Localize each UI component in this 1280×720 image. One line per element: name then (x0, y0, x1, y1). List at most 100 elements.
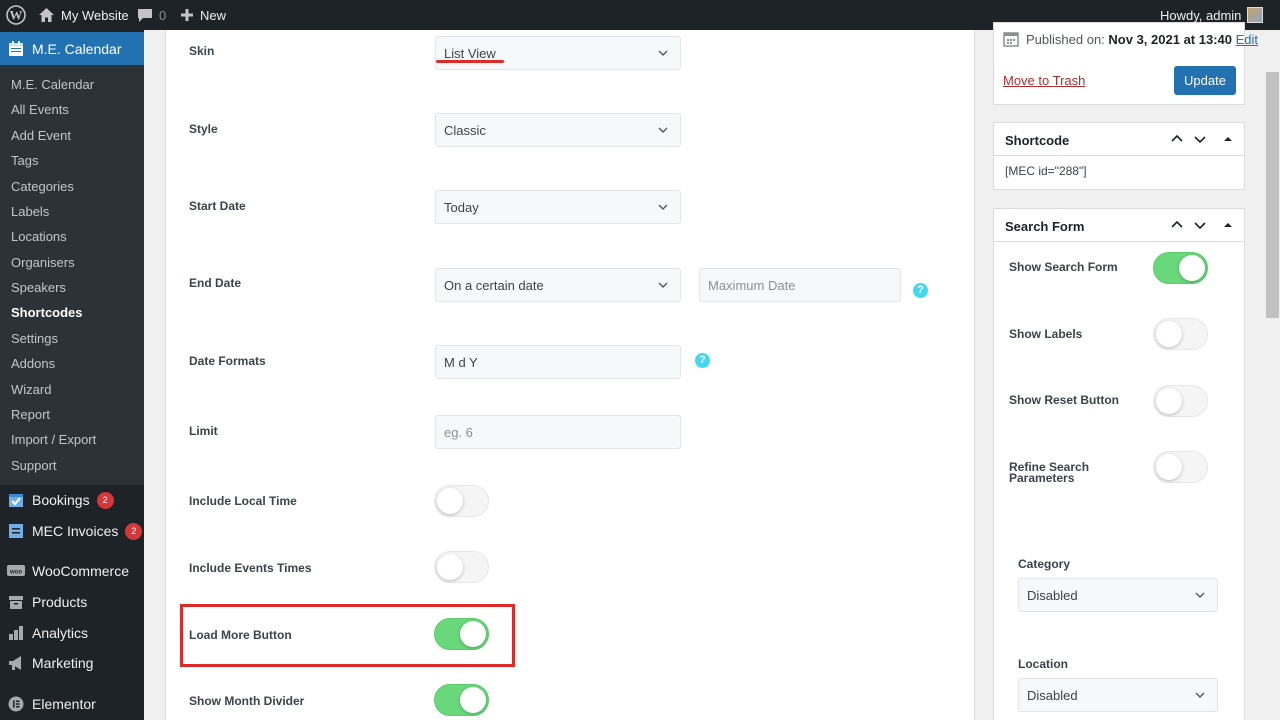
submenu-report[interactable]: Report (11, 407, 50, 422)
toggle-knob (1179, 255, 1205, 281)
chevron-down-icon[interactable] (1193, 217, 1207, 233)
date-formats-input[interactable]: M d Y (435, 345, 681, 379)
location-value: Disabled (1027, 687, 1078, 703)
shortcode-value: [MEC id="288"] (1005, 164, 1087, 178)
new-content-link[interactable]: New (180, 0, 226, 30)
menu-analytics[interactable]: Analytics (0, 616, 144, 650)
svg-text:woo: woo (9, 570, 22, 576)
submenu-speakers[interactable]: Speakers (11, 280, 66, 295)
chevron-down-icon (658, 127, 668, 133)
submenu-labels[interactable]: Labels (11, 204, 49, 219)
submenu-add-event[interactable]: Add Event (11, 128, 71, 143)
show-reset-button-label: Show Reset Button (1009, 393, 1119, 407)
chevron-down-icon (658, 282, 668, 288)
update-button[interactable]: Update (1174, 66, 1236, 95)
menu-mec-invoices[interactable]: MEC Invoices 2 (0, 514, 144, 548)
location-select[interactable]: Disabled (1018, 678, 1218, 712)
search-form-box-header: Search Form (994, 209, 1244, 242)
maximum-date-input[interactable]: Maximum Date (699, 268, 901, 302)
comments-count: 0 (159, 7, 167, 23)
start-date-select[interactable]: Today (435, 190, 681, 224)
submenu-all-events[interactable]: All Events (11, 102, 69, 117)
shortcode-box-header: Shortcode (994, 123, 1244, 156)
menu-label: WooCommerce (32, 563, 129, 579)
date-formats-label: Date Formats (189, 354, 266, 368)
menu-label: M.E. Calendar (32, 41, 122, 57)
invoice-icon (7, 522, 25, 540)
submenu-import-export[interactable]: Import / Export (11, 432, 96, 447)
include-local-time-toggle[interactable] (434, 485, 489, 517)
category-select[interactable]: Disabled (1018, 578, 1218, 612)
submenu-tags[interactable]: Tags (11, 153, 38, 168)
load-more-button-label: Load More Button (189, 628, 292, 642)
menu-bookings[interactable]: Bookings 2 (0, 483, 144, 517)
calendar-submenu: M.E. Calendar All Events Add Event Tags … (0, 65, 144, 485)
chevron-up-icon[interactable] (1170, 217, 1184, 233)
show-search-form-toggle[interactable] (1153, 252, 1208, 284)
show-labels-toggle[interactable] (1153, 318, 1208, 350)
start-date-label: Start Date (189, 199, 246, 213)
elementor-icon (7, 695, 25, 713)
menu-woocommerce[interactable]: woo WooCommerce (0, 554, 144, 588)
menu-label: Products (32, 594, 88, 610)
skin-value: List View (444, 45, 496, 61)
load-more-button-toggle[interactable] (434, 618, 489, 650)
toggle-knob (1156, 454, 1182, 480)
submenu-me-calendar[interactable]: M.E. Calendar (11, 77, 94, 92)
style-select[interactable]: Classic (435, 113, 681, 147)
wordpress-logo-icon[interactable]: W (6, 0, 26, 30)
location-label: Location (1018, 657, 1068, 671)
show-reset-button-toggle[interactable] (1153, 385, 1208, 417)
move-to-trash-link[interactable]: Move to Trash (1003, 73, 1085, 88)
svg-text:W: W (10, 8, 23, 23)
include-events-times-label: Include Events Times (189, 561, 312, 575)
style-label: Style (189, 122, 218, 136)
show-labels-label: Show Labels (1009, 327, 1083, 341)
edit-date-link[interactable]: Edit (1236, 32, 1258, 47)
menu-label: Elementor (32, 696, 96, 712)
chevron-down-icon[interactable] (1193, 131, 1207, 147)
include-events-times-toggle[interactable] (434, 551, 489, 583)
comments-link[interactable]: 0 (137, 0, 166, 30)
maximum-date-placeholder: Maximum Date (708, 277, 796, 293)
submenu-support[interactable]: Support (11, 458, 57, 473)
end-date-select[interactable]: On a certain date (435, 268, 681, 302)
submenu-locations[interactable]: Locations (11, 229, 67, 244)
scrollbar-thumb[interactable] (1266, 72, 1279, 318)
menu-me-calendar[interactable]: M.E. Calendar (0, 32, 144, 66)
menu-marketing[interactable]: Marketing (0, 646, 144, 680)
limit-input[interactable]: eg. 6 (435, 415, 681, 449)
skin-underline-annotation (436, 60, 504, 63)
chevron-up-icon[interactable] (1170, 131, 1184, 147)
submenu-shortcodes[interactable]: Shortcodes (11, 305, 83, 320)
submenu-categories[interactable]: Categories (11, 179, 74, 194)
skin-label: Skin (189, 44, 215, 58)
site-name-link[interactable]: My Website (38, 0, 129, 30)
chevron-down-icon (658, 50, 668, 56)
toggle-knob (437, 554, 463, 580)
new-label: New (200, 7, 227, 23)
collapse-arrow-icon[interactable] (1223, 217, 1233, 233)
menu-products[interactable]: Products (0, 585, 144, 619)
toggle-knob (1156, 388, 1182, 414)
limit-placeholder: eg. 6 (444, 424, 473, 440)
toggle-knob (460, 621, 486, 647)
submenu-wizard[interactable]: Wizard (11, 382, 51, 397)
shortcode-box: Shortcode [MEC id="288"] (993, 122, 1245, 190)
submenu-settings[interactable]: Settings (11, 331, 58, 346)
help-icon[interactable]: ? (913, 283, 928, 298)
end-date-value: On a certain date (444, 277, 544, 293)
menu-elementor[interactable]: Elementor (0, 687, 144, 720)
site-name: My Website (61, 7, 129, 23)
plus-icon (181, 9, 193, 21)
collapse-arrow-icon[interactable] (1223, 131, 1233, 147)
submenu-organisers[interactable]: Organisers (11, 255, 75, 270)
help-icon[interactable]: ? (695, 353, 710, 368)
show-month-divider-toggle[interactable] (434, 684, 489, 716)
menu-label: Marketing (32, 655, 94, 671)
skin-select[interactable]: List View (435, 36, 681, 70)
shortcode-box-title: Shortcode (1005, 133, 1070, 148)
howdy-text: Howdy, admin (1160, 7, 1242, 23)
refine-search-toggle[interactable] (1153, 451, 1208, 483)
submenu-addons[interactable]: Addons (11, 356, 55, 371)
